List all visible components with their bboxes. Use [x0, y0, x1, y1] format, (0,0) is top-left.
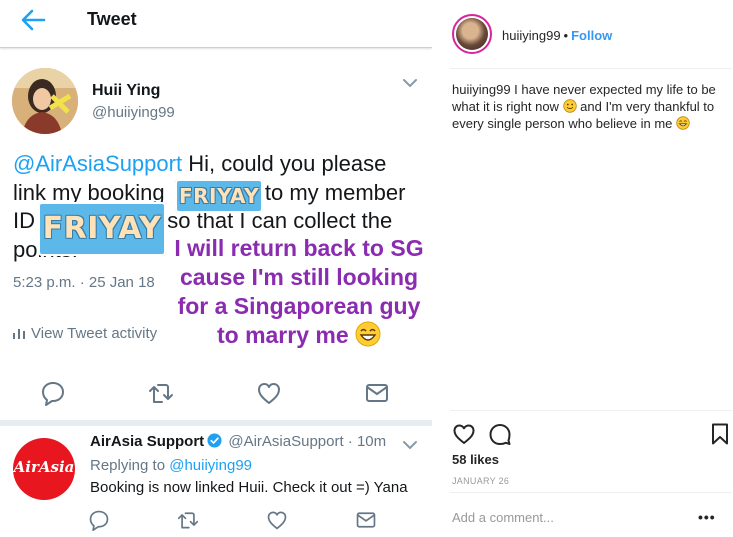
tweet: Huii Ying @huiiying99 @AirAsiaSupport Hi…	[0, 56, 432, 420]
dm-icon[interactable]	[364, 380, 390, 406]
tweet-text-part: ID	[13, 208, 42, 233]
tweet-author-handle[interactable]: @huiiying99	[92, 104, 175, 121]
page-title: Tweet	[87, 9, 137, 29]
airasia-avatar[interactable]: AirAsia	[13, 438, 75, 500]
comment-icon[interactable]	[488, 422, 512, 446]
friyay-sticker-big: FRIYAY	[38, 202, 166, 256]
overlay-line: for a Singaporean guy	[177, 293, 421, 319]
reply-actions	[0, 506, 432, 536]
heart-icon[interactable]	[452, 422, 476, 446]
chevron-down-icon[interactable]	[402, 440, 418, 450]
like-icon[interactable]	[266, 509, 288, 531]
tweet-timestamp[interactable]: 5:23 p.m. · 25 Jan 18	[13, 274, 155, 291]
post-user: huiiying99 • Follow	[502, 28, 612, 43]
likes-count[interactable]: 58 likes	[452, 452, 499, 467]
analytics-icon	[13, 329, 25, 339]
reply-icon[interactable]	[88, 509, 110, 531]
avatar[interactable]	[12, 68, 78, 134]
tweet-text-part: Hi, could you please	[182, 151, 387, 176]
replying-to: Replying to @huiiying99	[90, 457, 252, 474]
smile-emoji-icon	[562, 99, 577, 113]
overlay-line: to marry me	[216, 322, 349, 348]
post-caption: huiiying99 I have never expected my life…	[452, 81, 727, 132]
friyay-sticker-small: FRIYAY	[175, 179, 263, 213]
chevron-down-icon[interactable]	[402, 78, 418, 88]
post-date: JANUARY 26	[452, 476, 510, 486]
dm-icon[interactable]	[355, 509, 377, 531]
tweet-author-name[interactable]: Huii Ying	[92, 82, 160, 100]
divider	[450, 492, 732, 493]
overlay-caption: I will return back to SG cause I'm still…	[174, 234, 424, 350]
tweet-screenshot: Tweet Huii Ying @huiiying99 @AirAsiaSupp…	[0, 0, 432, 537]
more-options-icon[interactable]: •••	[698, 509, 716, 525]
verified-icon	[207, 433, 222, 448]
replying-handle[interactable]: @huiiying99	[169, 457, 252, 474]
reply-author[interactable]: AirAsia Support @AirAsiaSupport · 10m	[90, 433, 386, 450]
tweet-text-part: link my booking	[13, 179, 171, 205]
follow-button[interactable]: Follow	[571, 28, 612, 43]
divider	[450, 68, 732, 69]
retweet-icon[interactable]	[177, 509, 199, 531]
grinning-emoji-icon	[355, 321, 381, 347]
grin-emoji-icon	[676, 116, 690, 130]
bookmark-icon[interactable]	[708, 422, 732, 446]
airasia-logo-text: AirAsia	[13, 458, 75, 476]
reply-author-name: AirAsia Support	[90, 433, 205, 450]
tweet-mention[interactable]: @AirAsiaSupport	[13, 151, 182, 176]
username-link[interactable]: huiiying99	[502, 28, 561, 43]
post-header: huiiying99 • Follow	[450, 12, 730, 56]
activity-label: View Tweet activity	[31, 325, 158, 342]
instagram-post: huiiying99 • Follow huiiying99 I have neve…	[432, 0, 733, 537]
like-icon[interactable]	[256, 380, 282, 406]
post-actions	[450, 420, 732, 448]
separator-dot: •	[563, 28, 569, 43]
caption-username[interactable]: huiiying99	[452, 82, 511, 97]
tweet-actions	[0, 368, 432, 418]
view-tweet-activity[interactable]: View Tweet activity	[13, 325, 157, 342]
tweet-header: Tweet	[0, 0, 432, 48]
reply-text: Booking is now linked Huii. Check it out…	[90, 479, 408, 496]
avatar[interactable]	[452, 14, 492, 54]
retweet-icon[interactable]	[148, 380, 174, 406]
overlay-line: I will return back to SG	[174, 235, 424, 261]
divider	[450, 410, 732, 411]
overlay-line: cause I'm still looking	[179, 264, 419, 290]
comment-input[interactable]: Add a comment...	[452, 510, 554, 525]
reply-handle-time: @AirAsiaSupport · 10m	[228, 433, 387, 450]
back-arrow-icon[interactable]	[20, 9, 46, 31]
replying-prefix: Replying to	[90, 457, 170, 474]
reply-icon[interactable]	[40, 380, 66, 406]
tweet-text-part: to my member	[258, 179, 406, 205]
reply-tweet: AirAsia AirAsia Support @AirAsiaSupport …	[0, 426, 432, 537]
